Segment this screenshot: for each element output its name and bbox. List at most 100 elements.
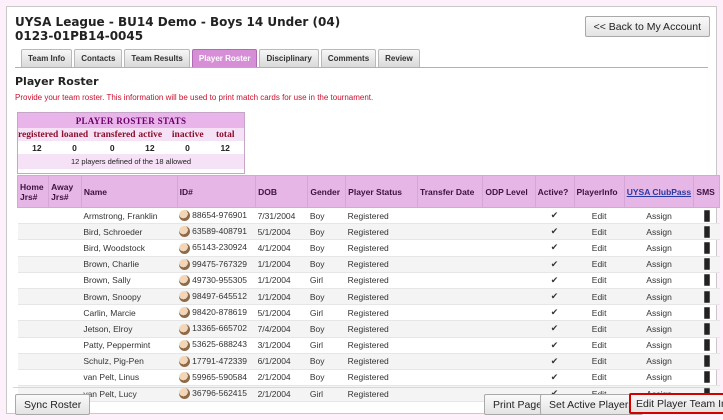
edit-link[interactable]: Edit: [574, 288, 625, 306]
home-jrs-cell[interactable]: [17, 239, 49, 257]
assign-link[interactable]: Assign: [624, 207, 694, 225]
tab-disciplinary[interactable]: Disciplinary: [259, 49, 319, 67]
home-jrs-cell[interactable]: [17, 207, 49, 225]
player-avatar-icon: [179, 210, 191, 222]
home-jrs-cell[interactable]: [17, 320, 49, 338]
sms-cell[interactable]: [693, 304, 720, 322]
sms-cell[interactable]: [693, 207, 720, 225]
phone-icon[interactable]: [703, 225, 710, 238]
edit-player-team-info-button[interactable]: Edit Player Team Info: [629, 393, 723, 414]
table-row: Schulz, Pig-Pen 17791-472339 6/1/2004 Boy Re…: [17, 353, 720, 370]
sms-cell[interactable]: [693, 320, 720, 338]
phone-icon[interactable]: [703, 258, 710, 271]
edit-link[interactable]: Edit: [574, 353, 625, 370]
home-jrs-cell[interactable]: [17, 272, 49, 289]
col-gender: Gender: [307, 175, 347, 208]
edit-link[interactable]: Edit: [574, 239, 625, 257]
phone-icon[interactable]: [703, 306, 710, 319]
assign-link[interactable]: Assign: [624, 239, 694, 257]
sms-cell[interactable]: [693, 223, 720, 241]
active-checkbox[interactable]: ✔: [535, 207, 575, 225]
sms-cell[interactable]: [693, 369, 720, 387]
odp-level: [482, 288, 536, 306]
edit-link[interactable]: Edit: [574, 223, 625, 241]
player-status: Registered: [345, 337, 418, 354]
away-jrs-cell[interactable]: [48, 337, 82, 354]
back-to-account-button[interactable]: << Back to My Account: [584, 16, 710, 37]
assign-link[interactable]: Assign: [624, 320, 694, 338]
phone-icon[interactable]: [703, 290, 710, 303]
assign-link[interactable]: Assign: [624, 223, 694, 241]
sync-roster-button[interactable]: Sync Roster: [15, 394, 91, 415]
edit-link[interactable]: Edit: [574, 320, 625, 338]
active-checkbox[interactable]: ✔: [535, 369, 575, 387]
assign-link[interactable]: Assign: [624, 288, 694, 306]
away-jrs-cell[interactable]: [48, 239, 82, 257]
tab-team-results[interactable]: Team Results: [124, 49, 190, 67]
sms-cell[interactable]: [693, 337, 720, 354]
active-checkbox[interactable]: ✔: [535, 223, 575, 241]
home-jrs-cell[interactable]: [17, 256, 49, 273]
home-jrs-cell[interactable]: [17, 223, 49, 241]
player-id-cell: 98420-878619: [177, 304, 256, 322]
sms-cell[interactable]: [693, 288, 720, 306]
sms-cell[interactable]: [693, 272, 720, 289]
player-gender: Girl: [307, 272, 346, 289]
active-checkbox[interactable]: ✔: [535, 288, 575, 306]
away-jrs-cell[interactable]: [48, 288, 82, 306]
phone-icon[interactable]: [703, 355, 710, 368]
home-jrs-cell[interactable]: [17, 304, 49, 322]
tab-contacts[interactable]: Contacts: [74, 49, 123, 67]
player-status: Registered: [345, 353, 418, 370]
edit-link[interactable]: Edit: [574, 272, 625, 289]
sms-cell[interactable]: [693, 353, 720, 370]
sms-cell[interactable]: [693, 256, 720, 273]
home-jrs-cell[interactable]: [17, 337, 49, 354]
away-jrs-cell[interactable]: [48, 369, 82, 387]
assign-link[interactable]: Assign: [624, 353, 694, 370]
home-jrs-cell[interactable]: [17, 353, 49, 370]
assign-link[interactable]: Assign: [624, 256, 694, 273]
phone-icon[interactable]: [703, 209, 710, 222]
home-jrs-cell[interactable]: [17, 288, 49, 306]
edit-link[interactable]: Edit: [574, 256, 625, 273]
phone-icon[interactable]: [703, 371, 710, 384]
stats-header-loaned: loaned: [61, 129, 89, 140]
edit-link[interactable]: Edit: [574, 207, 625, 225]
active-checkbox[interactable]: ✔: [535, 272, 575, 289]
edit-link[interactable]: Edit: [574, 337, 625, 354]
active-checkbox[interactable]: ✔: [535, 239, 575, 257]
edit-link[interactable]: Edit: [574, 304, 625, 322]
active-checkbox[interactable]: ✔: [535, 337, 575, 354]
away-jrs-cell[interactable]: [48, 223, 82, 241]
home-jrs-cell[interactable]: [17, 369, 49, 387]
tab-review[interactable]: Review: [378, 49, 420, 67]
edit-link[interactable]: Edit: [574, 369, 625, 387]
col-clubpass[interactable]: UYSA ClubPass: [623, 175, 695, 208]
phone-icon[interactable]: [703, 322, 710, 335]
away-jrs-cell[interactable]: [48, 353, 82, 370]
active-checkbox[interactable]: ✔: [535, 320, 575, 338]
active-checkbox[interactable]: ✔: [535, 353, 575, 370]
away-jrs-cell[interactable]: [48, 320, 82, 338]
assign-link[interactable]: Assign: [624, 369, 694, 387]
away-jrs-cell[interactable]: [48, 207, 82, 225]
assign-link[interactable]: Assign: [624, 304, 694, 322]
assign-link[interactable]: Assign: [624, 272, 694, 289]
tab-comments[interactable]: Comments: [320, 49, 377, 67]
tab-player-roster[interactable]: Player Roster: [191, 49, 258, 67]
away-jrs-cell[interactable]: [48, 256, 82, 273]
phone-icon[interactable]: [703, 339, 710, 352]
table-row: van Pelt, Linus 59965-590584 2/1/2004 Boy Re…: [17, 369, 720, 387]
clubpass-header-link[interactable]: UYSA ClubPass: [627, 187, 691, 197]
phone-icon[interactable]: [703, 274, 710, 287]
tab-team-info[interactable]: Team Info: [21, 49, 73, 67]
away-jrs-cell[interactable]: [48, 272, 82, 289]
assign-link[interactable]: Assign: [624, 337, 694, 354]
active-checkbox[interactable]: ✔: [535, 256, 575, 273]
phone-icon[interactable]: [703, 241, 710, 254]
away-jrs-cell[interactable]: [48, 304, 82, 322]
active-checkbox[interactable]: ✔: [535, 304, 575, 322]
sms-cell[interactable]: [693, 239, 720, 257]
set-active-players-button[interactable]: Set Active Players: [540, 394, 643, 415]
